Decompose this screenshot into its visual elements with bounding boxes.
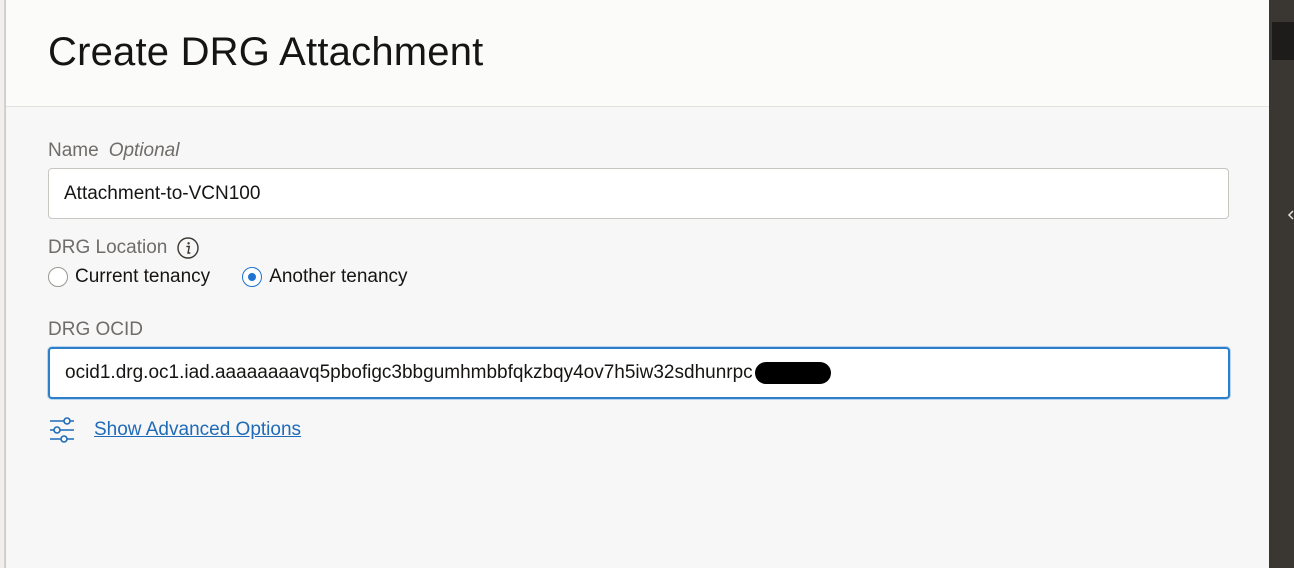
backdrop-bar (1272, 22, 1294, 60)
attachment-form: Name Optional Attachment-to-VCN100 DRG L… (48, 140, 1230, 444)
drg-ocid-label: DRG OCID (48, 319, 1230, 341)
drg-location-radio-group: Current tenancy Another tenancy (48, 265, 1230, 289)
radio-another-tenancy-label: Another tenancy (269, 266, 408, 287)
drg-location-label-text: DRG Location (48, 237, 168, 258)
show-advanced-options-link[interactable]: Show Advanced Options (94, 419, 301, 441)
drg-ocid-input[interactable]: ocid1.drg.oc1.iad.aaaaaaaavq5pbofigc3bbg… (48, 347, 1230, 399)
info-icon[interactable] (177, 237, 200, 259)
create-drg-attachment-panel: Create DRG Attachment Name Optional Atta… (5, 0, 1269, 568)
chevron-left-icon[interactable] (1287, 210, 1294, 220)
redaction-mark (754, 362, 831, 384)
backdrop-right-strip (1269, 0, 1294, 568)
name-input[interactable]: Attachment-to-VCN100 (48, 168, 1229, 219)
name-label: Name Optional (48, 140, 1230, 162)
radio-current-tenancy-control[interactable] (48, 267, 68, 287)
name-input-value: Attachment-to-VCN100 (64, 182, 261, 204)
advanced-options-row: Show Advanced Options (48, 416, 1230, 444)
sliders-icon[interactable] (48, 416, 76, 444)
radio-another-tenancy[interactable]: Another tenancy (242, 266, 408, 288)
drg-location-label: DRG Location (48, 237, 1230, 259)
radio-another-tenancy-control[interactable] (242, 267, 263, 287)
panel-header: Create DRG Attachment (6, 0, 1269, 107)
radio-current-tenancy[interactable]: Current tenancy (48, 266, 210, 288)
name-label-text: Name (48, 140, 99, 161)
panel-title: Create DRG Attachment (48, 30, 484, 74)
radio-current-tenancy-label: Current tenancy (75, 266, 211, 287)
drg-ocid-input-value: ocid1.drg.oc1.iad.aaaaaaaavq5pbofigc3bbg… (65, 362, 753, 383)
optional-label: Optional (108, 140, 180, 161)
drg-ocid-label-text: DRG OCID (48, 319, 143, 340)
